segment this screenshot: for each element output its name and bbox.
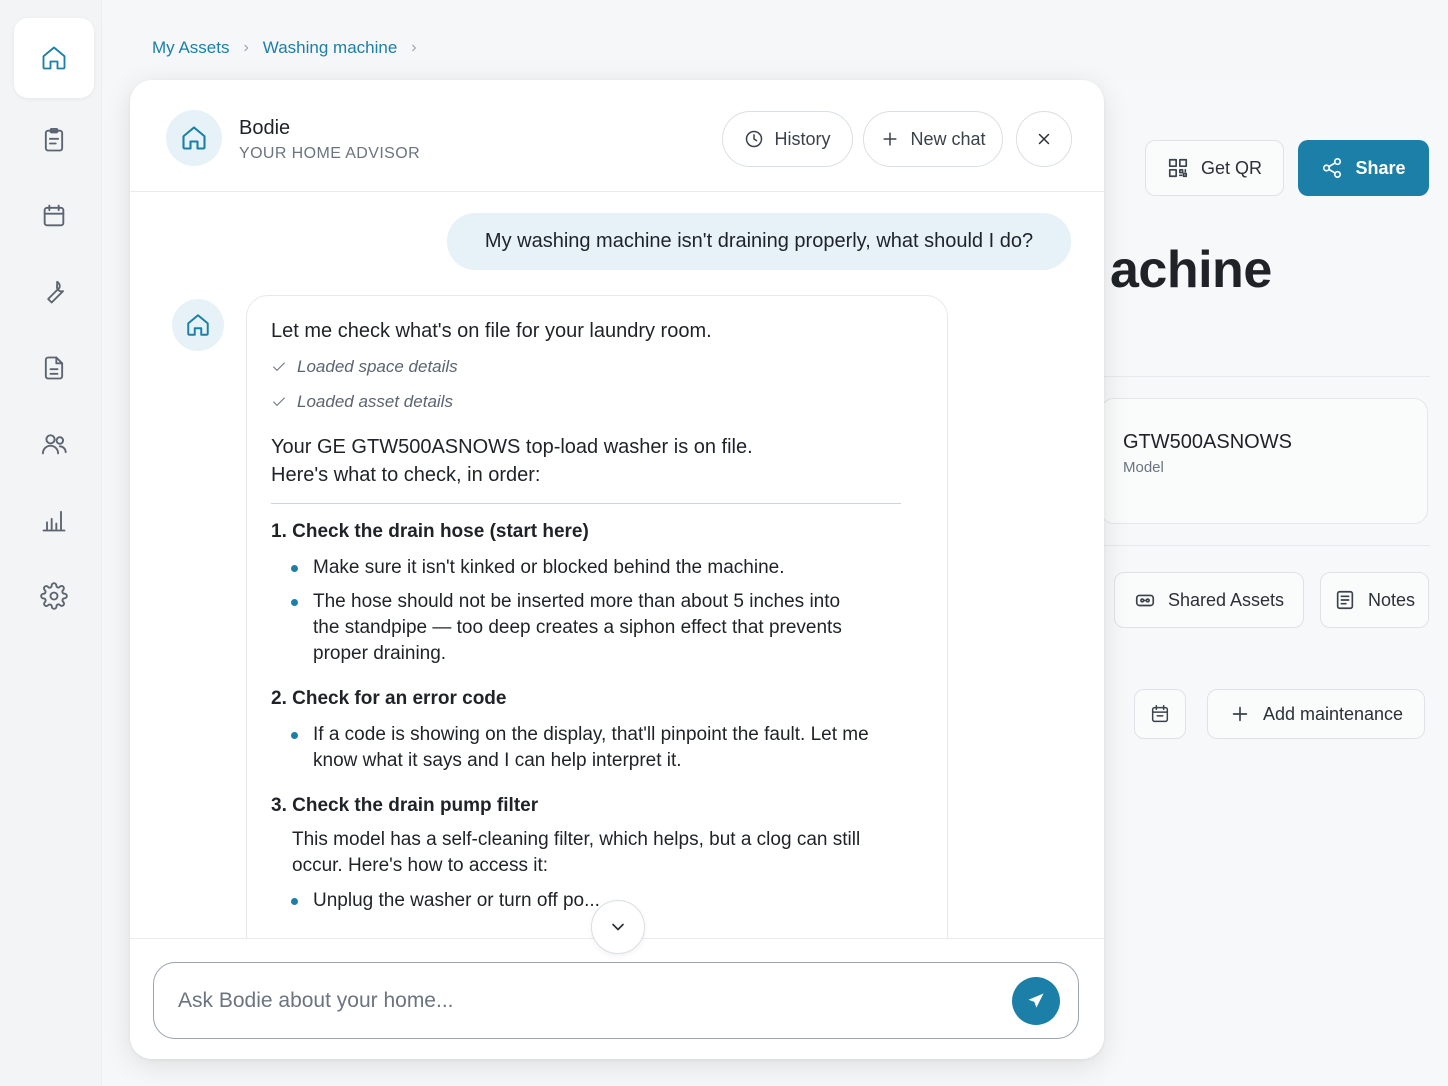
reply-summary-1: Your GE GTW500ASNOWS top-load washer is … [271,436,753,458]
model-value: GTW500ASNOWS [1123,431,1292,453]
status-item: Loaded space details [271,357,458,377]
add-maintenance-button[interactable]: Add maintenance [1207,689,1425,739]
breadcrumb: My Assets › Washing machine › [152,38,417,58]
breadcrumb-my-assets[interactable]: My Assets [152,38,229,58]
settings-icon [40,582,68,610]
status-item: Loaded asset details [271,392,453,412]
sidebar-item-people[interactable] [14,404,94,484]
wrench-icon [47,280,64,304]
divider [271,503,901,504]
chat-header: Bodie YOUR HOME ADVISOR History New chat [130,80,1104,192]
breadcrumb-washing-machine[interactable]: Washing machine [263,38,398,58]
document-icon [44,356,64,380]
notes-icon [1336,590,1354,610]
shared-assets-icon [1135,594,1155,607]
shared-assets-label: Shared Assets [1167,589,1285,610]
get-qr-button[interactable]: Get QR [1145,140,1284,196]
divider [1104,376,1430,377]
close-chat-button[interactable] [1016,111,1072,167]
step-title: 1. Check the drain hose (start here) [271,521,589,542]
clipboard-icon [44,127,64,152]
sidebar-item-documents[interactable] [14,328,94,408]
status-text: Loaded space details [297,357,458,376]
step-title: 2. Check for an error code [271,688,507,709]
bot-avatar [166,110,222,166]
plus-icon [1232,706,1248,722]
chevron-right-icon: › [411,39,417,56]
home-icon [187,314,209,336]
step-paragraph: This model has a self-cleaning filter, w… [292,829,861,876]
shared-assets-button[interactable]: Shared Assets [1114,572,1304,628]
divider [1104,545,1430,546]
home-icon [182,126,206,150]
sidebar [0,0,102,1086]
chat-input[interactable] [153,962,1079,1039]
step-title: 3. Check the drain pump filter [271,795,539,816]
model-label: Model [1123,459,1164,476]
bot-avatar [172,299,224,351]
scroll-down-button[interactable] [591,900,645,954]
sidebar-item-home[interactable] [14,18,94,98]
history-button[interactable]: History [722,111,853,167]
notes-button[interactable]: Notes [1320,572,1429,628]
qr-code-icon [1168,158,1188,178]
chat-composer [130,938,1104,1059]
share-button[interactable]: Share [1298,140,1429,196]
calendar-icon [43,204,65,227]
add-maintenance-label: Add maintenance [1262,703,1404,724]
clock-icon [746,130,763,148]
plus-icon [883,132,898,146]
sidebar-item-reports[interactable] [14,480,94,560]
sidebar-item-tasks[interactable] [14,100,94,180]
sidebar-item-maintenance[interactable] [14,252,94,332]
share-icon [1323,158,1342,178]
share-label: Share [1355,157,1406,178]
check-icon [273,362,285,371]
send-icon [1028,993,1044,1008]
notes-label: Notes [1367,589,1416,610]
chevron-right-icon: › [243,39,249,56]
close-icon [1038,133,1050,145]
user-message: My washing machine isn't draining proper… [447,213,1071,270]
step-bullet: Unplug the washer or turn off po... [291,888,871,914]
step-bullet: If a code is showing on the display, tha… [291,722,871,774]
bot-name: Bodie [239,117,291,139]
sidebar-item-settings[interactable] [14,556,94,636]
status-text: Loaded asset details [297,392,453,411]
step-bullet: Make sure it isn't kinked or blocked beh… [291,555,871,581]
asset-title: achine [1110,241,1272,299]
step-bullet: The hose should not be inserted more tha… [291,589,871,667]
sidebar-item-calendar[interactable] [14,176,94,256]
schedule-button[interactable] [1134,689,1186,739]
new-chat-button[interactable]: New chat [863,111,1003,167]
get-qr-label: Get QR [1200,157,1262,178]
chat-panel: Bodie YOUR HOME ADVISOR History New chat… [130,80,1104,1059]
check-icon [273,397,285,406]
users-icon [41,434,67,455]
bot-subtitle: YOUR HOME ADVISOR [239,145,421,162]
home-icon [42,46,66,70]
history-label: History [774,128,831,149]
reply-intro: Let me check what's on file for your lau… [271,320,712,342]
send-button[interactable] [1012,977,1060,1025]
chevron-down-icon [612,923,624,931]
bar-chart-icon [42,510,66,532]
new-chat-label: New chat [910,128,986,149]
reply-summary-2: Here's what to check, in order: [271,464,541,486]
calendar-icon [1151,705,1169,723]
model-card: GTW500ASNOWS Model [1100,398,1428,524]
